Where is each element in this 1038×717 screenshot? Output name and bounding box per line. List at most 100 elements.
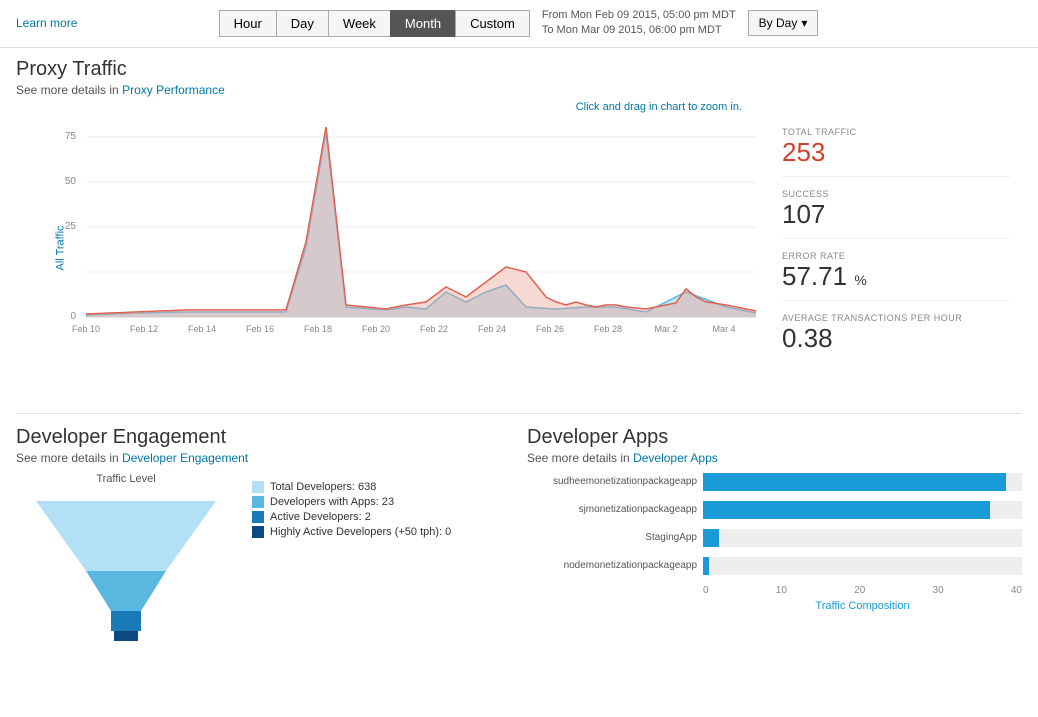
legend-dot-total: [252, 481, 264, 493]
dev-apps-link[interactable]: Developer Apps: [633, 451, 718, 465]
legend-label-with-apps: Developers with Apps: 23: [270, 496, 394, 508]
bar-chart-area: sudheemonetizationpackageapp sjmonetizat…: [527, 473, 1022, 612]
bar-row-4: nodemonetizationpackageapp: [527, 557, 1022, 575]
legend-label-total: Total Developers: 638: [270, 481, 376, 493]
bar-outer-1: [703, 473, 1022, 491]
bar-x-axis: 0 10 20 30 40: [703, 585, 1022, 596]
svg-text:Feb 24: Feb 24: [478, 324, 506, 334]
custom-button[interactable]: Custom: [455, 10, 530, 37]
chart-wrapper: All Traffic 75 50 25 0: [16, 117, 766, 397]
bar-inner-3: [703, 529, 719, 547]
total-traffic-label: TOTAL TRAFFIC: [782, 127, 1010, 137]
date-to: To Mon Mar 09 2015, 06:00 pm MDT: [542, 23, 736, 38]
by-day-button[interactable]: By Day ▾: [748, 10, 819, 36]
x-tick-30: 30: [933, 585, 944, 596]
bar-outer-3: [703, 529, 1022, 547]
dev-engagement-subtitle: See more details in Developer Engagement: [16, 451, 511, 465]
bar-x-label: Traffic Composition: [703, 600, 1022, 612]
error-rate-value: 57.71 %: [782, 261, 1010, 292]
top-bar: Learn more Hour Day Week Month Custom Fr…: [0, 0, 1038, 48]
svg-text:Mar 2: Mar 2: [654, 324, 677, 334]
funnel-legend: Total Developers: 638 Developers with Ap…: [252, 481, 451, 541]
bar-inner-4: [703, 557, 709, 575]
chevron-down-icon: ▾: [801, 16, 807, 30]
time-range-buttons: Hour Day Week Month Custom: [220, 10, 530, 37]
svg-text:Feb 28: Feb 28: [594, 324, 622, 334]
svg-text:Feb 22: Feb 22: [420, 324, 448, 334]
funnel-title: Traffic Level: [96, 473, 155, 485]
day-button[interactable]: Day: [276, 10, 329, 37]
svg-text:Feb 10: Feb 10: [72, 324, 100, 334]
legend-item-highly-active: Highly Active Developers (+50 tph): 0: [252, 526, 451, 538]
bar-inner-2: [703, 501, 990, 519]
svg-text:25: 25: [65, 221, 77, 232]
svg-text:75: 75: [65, 131, 77, 142]
legend-dot-highly-active: [252, 526, 264, 538]
date-from: From Mon Feb 09 2015, 05:00 pm MDT: [542, 8, 736, 23]
error-rate-label: ERROR RATE: [782, 251, 1010, 261]
legend-item-with-apps: Developers with Apps: 23: [252, 496, 451, 508]
legend-item-active: Active Developers: 2: [252, 511, 451, 523]
funnel-chart: Traffic Level: [16, 473, 236, 651]
bar-row-1: sudheemonetizationpackageapp: [527, 473, 1022, 491]
success-value: 107: [782, 199, 1010, 230]
svg-text:0: 0: [70, 311, 76, 322]
x-tick-0: 0: [703, 585, 709, 596]
learn-more-link[interactable]: Learn more: [16, 16, 77, 30]
legend-dot-active: [252, 511, 264, 523]
proxy-traffic-subtitle: See more details in Proxy Performance: [16, 83, 1022, 97]
svg-text:Feb 12: Feb 12: [130, 324, 158, 334]
svg-text:Feb 14: Feb 14: [188, 324, 216, 334]
proxy-performance-link[interactable]: Proxy Performance: [122, 83, 225, 97]
main-content: Proxy Traffic See more details in Proxy …: [0, 48, 1038, 661]
bar-label-2: sjmonetizationpackageapp: [527, 504, 697, 515]
legend-label-active: Active Developers: 2: [270, 511, 371, 523]
svg-text:Feb 16: Feb 16: [246, 324, 274, 334]
dev-apps-title: Developer Apps: [527, 426, 1022, 449]
proxy-traffic-title: Proxy Traffic: [16, 58, 1022, 81]
bar-row-2: sjmonetizationpackageapp: [527, 501, 1022, 519]
bar-label-3: StagingApp: [527, 532, 697, 543]
svg-text:Mar 4: Mar 4: [712, 324, 735, 334]
svg-text:Feb 20: Feb 20: [362, 324, 390, 334]
avg-tx-label: AVERAGE TRANSACTIONS PER HOUR: [782, 313, 1010, 323]
legend-dot-with-apps: [252, 496, 264, 508]
success-label: SUCCESS: [782, 189, 1010, 199]
bar-row-3: StagingApp: [527, 529, 1022, 547]
traffic-chart[interactable]: 75 50 25 0: [46, 117, 766, 377]
dev-engagement-link[interactable]: Developer Engagement: [122, 451, 248, 465]
total-traffic-value: 253: [782, 137, 1010, 168]
svg-text:Feb 26: Feb 26: [536, 324, 564, 334]
week-button[interactable]: Week: [328, 10, 391, 37]
bar-outer-2: [703, 501, 1022, 519]
svg-text:50: 50: [65, 176, 77, 187]
bar-inner-1: [703, 473, 1006, 491]
by-day-label: By Day: [759, 16, 798, 30]
avg-tx-stat: AVERAGE TRANSACTIONS PER HOUR 0.38: [782, 313, 1010, 362]
total-traffic-stat: TOTAL TRAFFIC 253: [782, 127, 1010, 177]
x-tick-20: 20: [854, 585, 865, 596]
legend-label-highly-active: Highly Active Developers (+50 tph): 0: [270, 526, 451, 538]
developer-apps-section: Developer Apps See more details in Devel…: [527, 426, 1022, 651]
stats-panel: TOTAL TRAFFIC 253 SUCCESS 107 ERROR RATE…: [766, 117, 1026, 397]
bar-outer-4: [703, 557, 1022, 575]
funnel-svg: [26, 491, 226, 651]
bar-label-1: sudheemonetizationpackageapp: [527, 476, 697, 487]
y-axis-label: All Traffic: [55, 226, 67, 271]
avg-tx-value: 0.38: [782, 323, 1010, 354]
x-tick-10: 10: [776, 585, 787, 596]
svg-text:Feb 18: Feb 18: [304, 324, 332, 334]
zoom-hint: Click and drag in chart to zoom in.: [16, 101, 1022, 113]
month-button[interactable]: Month: [390, 10, 456, 37]
hour-button[interactable]: Hour: [219, 10, 277, 37]
traffic-chart-area: All Traffic 75 50 25 0: [16, 117, 1022, 397]
dev-engagement-title: Developer Engagement: [16, 426, 511, 449]
bottom-sections: Developer Engagement See more details in…: [16, 413, 1022, 651]
error-rate-stat: ERROR RATE 57.71 %: [782, 251, 1010, 301]
legend-item-total: Total Developers: 638: [252, 481, 451, 493]
x-tick-40: 40: [1011, 585, 1022, 596]
date-range: From Mon Feb 09 2015, 05:00 pm MDT To Mo…: [542, 8, 736, 39]
funnel-container: Traffic Level: [16, 473, 511, 651]
bar-label-4: nodemonetizationpackageapp: [527, 560, 697, 571]
developer-engagement-section: Developer Engagement See more details in…: [16, 426, 511, 651]
